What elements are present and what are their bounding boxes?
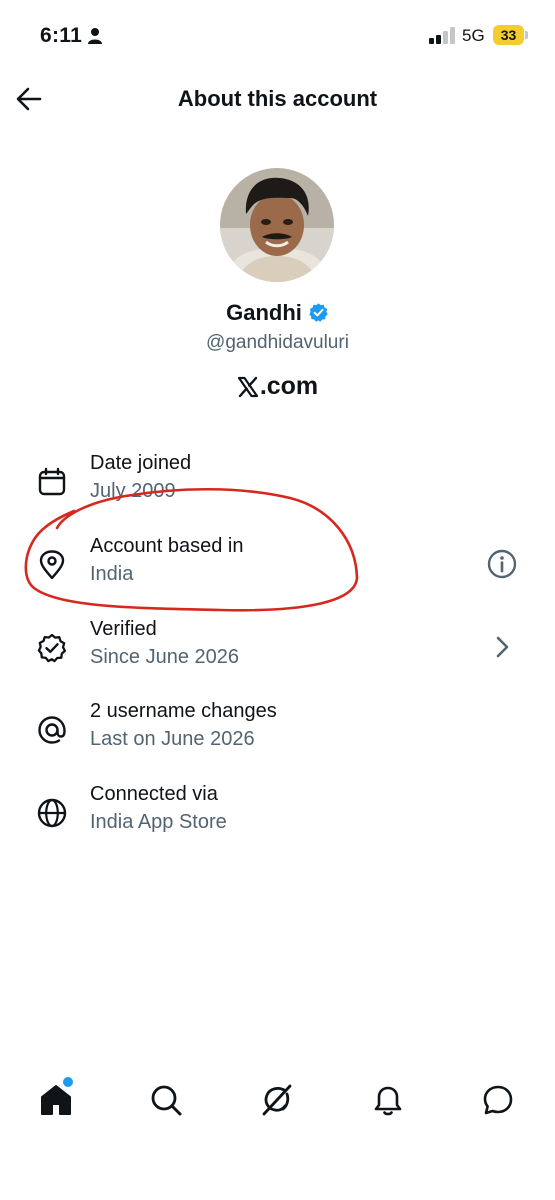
info-item-value: Since June 2026: [90, 646, 240, 668]
status-time: 6:11: [40, 24, 83, 47]
tab-notifications[interactable]: [368, 1080, 408, 1120]
battery-cap: [525, 31, 528, 39]
battery-indicator: 33: [493, 25, 524, 45]
bottom-tab-bar: [0, 1075, 555, 1150]
x-logo-icon: [237, 376, 258, 398]
avatar[interactable]: [220, 168, 334, 282]
avatar-image: [220, 168, 334, 282]
info-item-value: India: [90, 563, 134, 585]
tab-grok[interactable]: [257, 1080, 297, 1120]
info-item-verified[interactable]: Verified Since June 2026: [0, 618, 555, 688]
info-item-username-changes: 2 username changes Last on June 2026: [0, 700, 555, 770]
at-sign-icon: [38, 716, 66, 744]
info-item-value: Last on June 2026: [90, 728, 255, 750]
info-item-account-based-in[interactable]: Account based in India: [0, 535, 555, 605]
info-item-title: Verified: [90, 618, 157, 640]
tab-home[interactable]: [36, 1075, 76, 1120]
cellular-signal-icon: [429, 27, 457, 44]
globe-icon: [37, 798, 67, 828]
info-item-value: India App Store: [90, 811, 227, 833]
profile-domain: .com: [0, 372, 555, 401]
bell-icon: [374, 1086, 402, 1116]
verified-badge-icon: [309, 303, 328, 322]
info-item-value: July 2009: [90, 480, 176, 502]
info-item-connected-via: Connected via India App Store: [0, 783, 555, 853]
location-pin-icon: [39, 550, 65, 580]
notification-dot: [61, 1075, 75, 1089]
info-item-title: Account based in: [90, 535, 244, 557]
profile-name: Gandhi: [226, 300, 302, 325]
message-icon: [483, 1085, 513, 1115]
verified-badge-icon: [37, 633, 67, 663]
tab-messages[interactable]: [478, 1080, 518, 1120]
tab-search[interactable]: [146, 1080, 186, 1120]
network-type: 5G: [462, 26, 485, 45]
info-item-date-joined: Date joined July 2009: [0, 452, 555, 522]
person-icon: [88, 28, 102, 44]
profile-handle: @gandhidavuluri: [206, 332, 349, 353]
search-icon: [151, 1085, 182, 1116]
info-icon[interactable]: [485, 547, 519, 581]
info-item-title: Date joined: [90, 452, 192, 474]
calendar-icon: [38, 467, 66, 496]
grok-icon: [262, 1084, 292, 1116]
page-title: About this account: [177, 86, 378, 111]
top-navigation: About this account: [0, 70, 555, 130]
info-item-title: Connected via: [90, 783, 218, 805]
profile-name-row: Gandhi: [0, 300, 555, 326]
chevron-right-icon[interactable]: [485, 630, 519, 664]
domain-suffix: .com: [259, 372, 319, 400]
info-item-title: 2 username changes: [90, 700, 277, 722]
status-bar: 6:11 5G 33: [0, 0, 555, 70]
